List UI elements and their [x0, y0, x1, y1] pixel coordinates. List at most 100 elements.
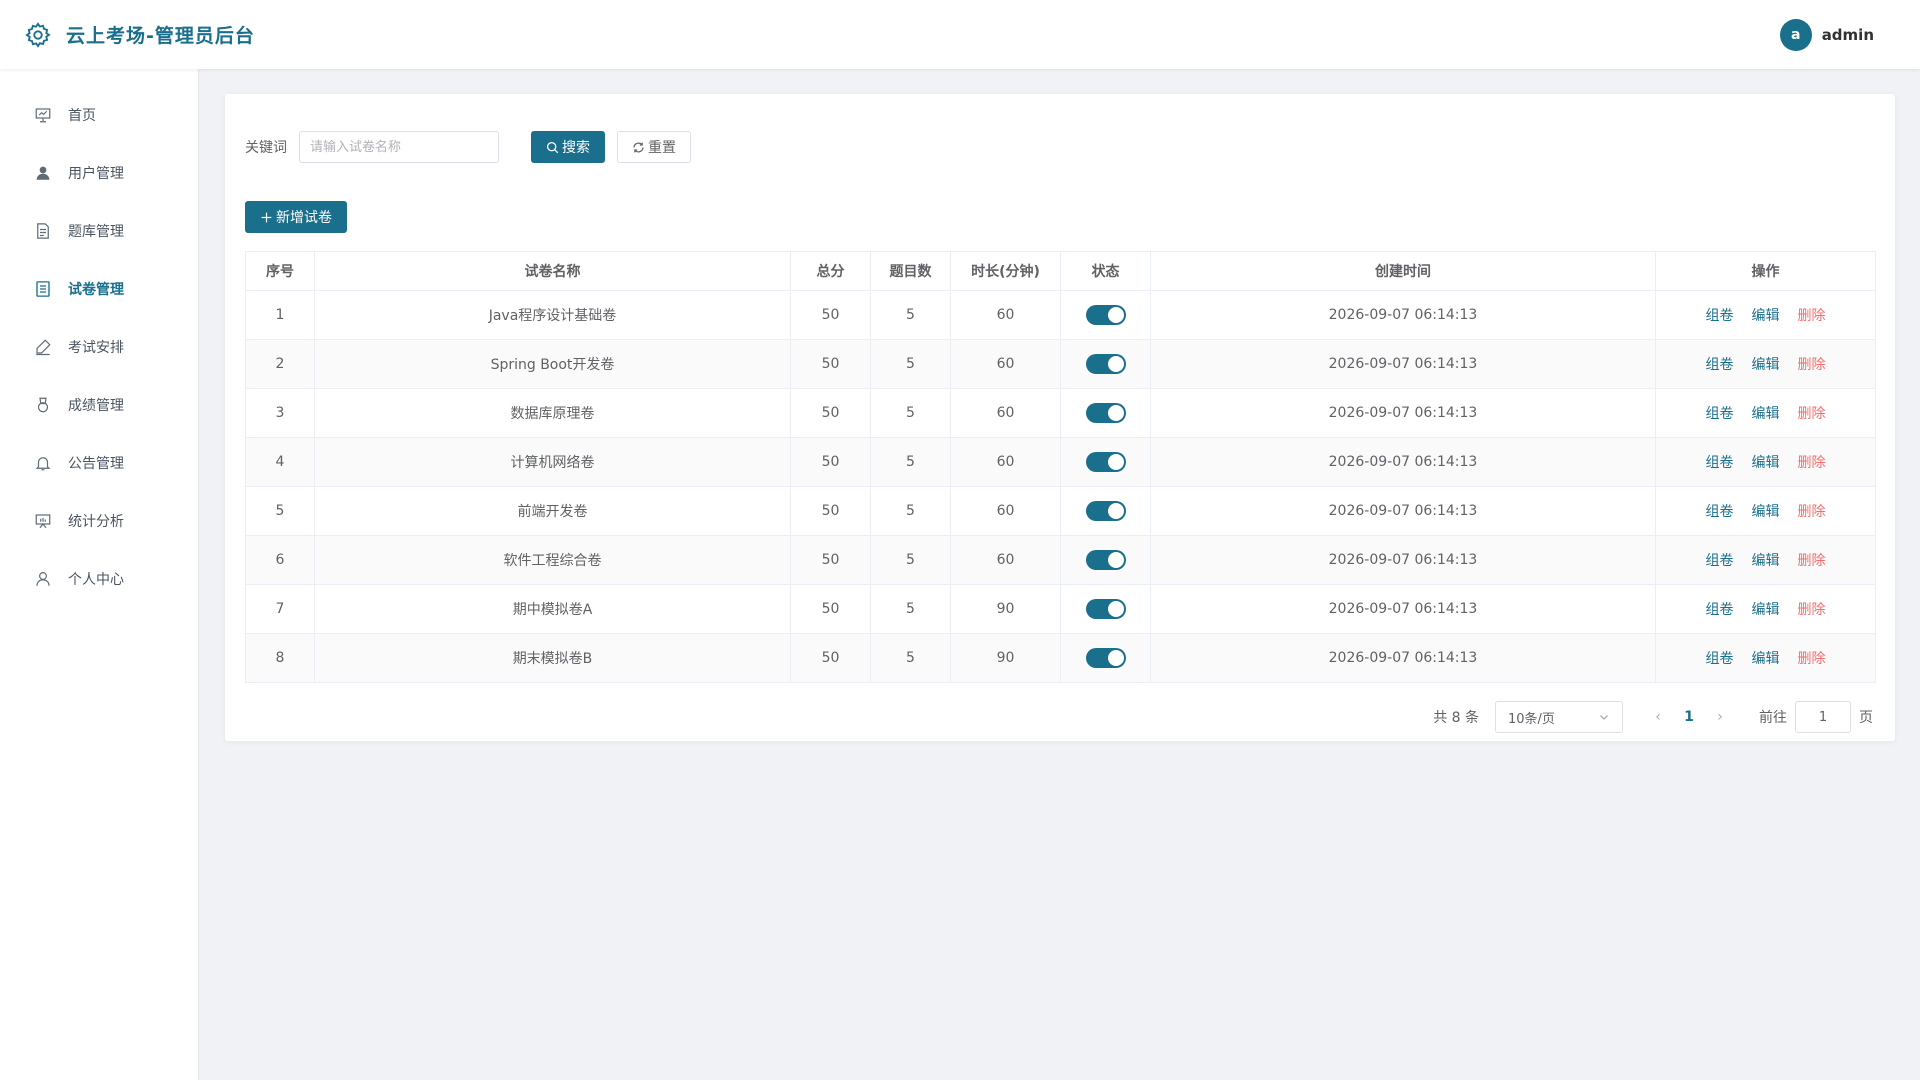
sidebar-item-home[interactable]: 首页	[0, 86, 198, 144]
status-toggle[interactable]	[1085, 354, 1126, 374]
cell-index: 8	[245, 633, 315, 683]
prev-page-button[interactable]: ‹	[1643, 709, 1673, 725]
sidebar-item-label: 个人中心	[68, 572, 124, 588]
compose-paper-link[interactable]: 组卷	[1706, 553, 1734, 569]
cell-index: 6	[245, 535, 315, 585]
edit-link[interactable]: 编辑	[1752, 308, 1780, 324]
table-row: 3 数据库原理卷 50 5 60 2026-09-07 06:14:13 组卷 编辑 删除	[245, 388, 1876, 438]
goto-page-input[interactable]	[1795, 701, 1851, 733]
sidebar-item-profile[interactable]: 个人中心	[0, 550, 198, 608]
sidebar-item-papers[interactable]: 试卷管理	[0, 260, 198, 318]
search-button[interactable]: 搜索	[531, 131, 605, 163]
cell-created: 2026-09-07 06:14:13	[1150, 486, 1656, 536]
cell-actions: 组卷 编辑 删除	[1655, 290, 1876, 340]
delete-link[interactable]: 删除	[1798, 602, 1826, 618]
page-number-current[interactable]: 1	[1673, 709, 1705, 725]
column-header: 试卷名称	[314, 251, 791, 291]
status-toggle[interactable]	[1085, 403, 1126, 423]
table-row: 2 Spring Boot开发卷 50 5 60 2026-09-07 06:14:13 组…	[245, 339, 1876, 389]
page-size-select[interactable]: 10条/页	[1495, 701, 1623, 733]
edit-link[interactable]: 编辑	[1752, 651, 1780, 667]
cell-status	[1060, 339, 1151, 389]
status-toggle[interactable]	[1085, 501, 1126, 521]
cell-score: 50	[790, 388, 871, 438]
cell-created: 2026-09-07 06:14:13	[1150, 437, 1656, 487]
status-toggle[interactable]	[1085, 305, 1126, 325]
search-icon	[546, 141, 559, 153]
cell-status	[1060, 388, 1151, 438]
edit-link[interactable]: 编辑	[1752, 553, 1780, 569]
cell-name: 软件工程综合卷	[314, 535, 791, 585]
edit-link[interactable]: 编辑	[1752, 455, 1780, 471]
cell-actions: 组卷 编辑 删除	[1655, 437, 1876, 487]
add-paper-button[interactable]: 新增试卷	[245, 201, 347, 233]
data-board-icon	[35, 514, 51, 529]
username[interactable]: admin	[1822, 26, 1874, 44]
column-header: 时长(分钟)	[950, 251, 1061, 291]
next-page-button[interactable]: ›	[1705, 709, 1735, 725]
delete-link[interactable]: 删除	[1798, 504, 1826, 520]
sidebar-item-statistics[interactable]: 统计分析	[0, 492, 198, 550]
chevron-down-icon	[1600, 715, 1608, 720]
cell-actions: 组卷 编辑 删除	[1655, 339, 1876, 389]
cell-name: 前端开发卷	[314, 486, 791, 536]
column-header: 操作	[1655, 251, 1876, 291]
cell-name: Spring Boot开发卷	[314, 339, 791, 389]
cell-index: 5	[245, 486, 315, 536]
cell-duration: 60	[950, 339, 1061, 389]
compose-paper-link[interactable]: 组卷	[1706, 357, 1734, 373]
compose-paper-link[interactable]: 组卷	[1706, 308, 1734, 324]
cell-status	[1060, 535, 1151, 585]
user-menu[interactable]: a admin	[1779, 18, 1874, 51]
cell-actions: 组卷 编辑 删除	[1655, 633, 1876, 683]
presentation-icon	[35, 108, 51, 123]
delete-link[interactable]: 删除	[1798, 455, 1826, 471]
status-toggle[interactable]	[1085, 452, 1126, 472]
compose-paper-link[interactable]: 组卷	[1706, 406, 1734, 422]
status-toggle[interactable]	[1085, 599, 1126, 619]
edit-pen-icon	[36, 339, 51, 356]
sidebar-item-question-bank[interactable]: 题库管理	[0, 202, 198, 260]
sidebar-item-users[interactable]: 用户管理	[0, 144, 198, 202]
medal-icon	[37, 397, 49, 413]
cell-actions: 组卷 编辑 删除	[1655, 584, 1876, 634]
avatar[interactable]: a	[1779, 18, 1812, 51]
cell-actions: 组卷 编辑 删除	[1655, 486, 1876, 536]
sidebar-item-label: 首页	[68, 108, 96, 124]
cell-name: 计算机网络卷	[314, 437, 791, 487]
cell-status	[1060, 584, 1151, 634]
cell-created: 2026-09-07 06:14:13	[1150, 535, 1656, 585]
sidebar-item-label: 考试安排	[68, 340, 124, 356]
delete-link[interactable]: 删除	[1798, 651, 1826, 667]
papers-table: 序号 试卷名称 总分 题目数 时长(分钟) 状态 创建时间 操作 1 Java程序…	[245, 251, 1876, 683]
cell-actions: 组卷 编辑 删除	[1655, 535, 1876, 585]
reset-button[interactable]: 重置	[617, 131, 691, 163]
delete-link[interactable]: 删除	[1798, 308, 1826, 324]
delete-link[interactable]: 删除	[1798, 406, 1826, 422]
sidebar-item-exam-schedule[interactable]: 考试安排	[0, 318, 198, 376]
status-toggle[interactable]	[1085, 550, 1126, 570]
cell-duration: 90	[950, 584, 1061, 634]
delete-link[interactable]: 删除	[1798, 553, 1826, 569]
edit-link[interactable]: 编辑	[1752, 406, 1780, 422]
compose-paper-link[interactable]: 组卷	[1706, 651, 1734, 667]
delete-link[interactable]: 删除	[1798, 357, 1826, 373]
goto-suffix: 页	[1859, 710, 1873, 726]
cell-index: 4	[245, 437, 315, 487]
compose-paper-link[interactable]: 组卷	[1706, 602, 1734, 618]
edit-link[interactable]: 编辑	[1752, 357, 1780, 373]
edit-link[interactable]: 编辑	[1752, 602, 1780, 618]
keyword-input[interactable]	[299, 131, 499, 163]
edit-link[interactable]: 编辑	[1752, 504, 1780, 520]
app-title: 云上考场-管理员后台	[66, 25, 255, 47]
plus-icon	[261, 212, 272, 222]
cell-count: 5	[870, 535, 951, 585]
sidebar-item-grades[interactable]: 成绩管理	[0, 376, 198, 434]
search-button-label: 搜索	[562, 140, 590, 156]
compose-paper-link[interactable]: 组卷	[1706, 504, 1734, 520]
compose-paper-link[interactable]: 组卷	[1706, 455, 1734, 471]
sidebar-item-announcements[interactable]: 公告管理	[0, 434, 198, 492]
cell-index: 7	[245, 584, 315, 634]
cell-count: 5	[870, 437, 951, 487]
status-toggle[interactable]	[1085, 648, 1126, 668]
